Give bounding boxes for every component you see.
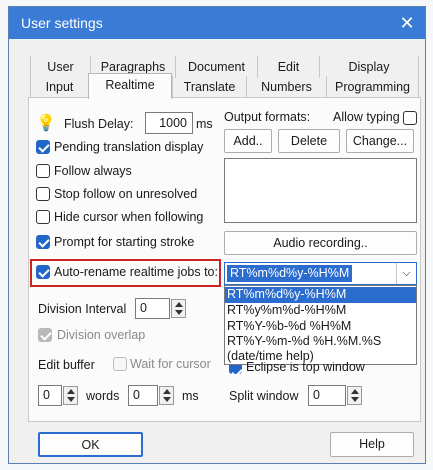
output-formats-list[interactable]: [224, 158, 417, 223]
tab-edit[interactable]: Edit: [257, 56, 319, 78]
delete-button[interactable]: Delete: [278, 129, 340, 153]
wait-for-cursor-label: Wait for cursor: [130, 357, 211, 371]
hide-cursor-checkbox[interactable]: [36, 210, 50, 224]
help-button[interactable]: Help: [330, 432, 414, 457]
audio-recording-button[interactable]: Audio recording..: [224, 231, 417, 255]
eclipse-top-label: Eclipse is top window: [246, 362, 365, 374]
follow-always-checkbox[interactable]: [36, 164, 50, 178]
auto-rename-checkbox[interactable]: [36, 265, 50, 279]
ms-input[interactable]: 0: [128, 385, 158, 406]
words-spinner[interactable]: [63, 386, 78, 405]
ms-spinner[interactable]: [159, 386, 174, 405]
chevron-down-icon[interactable]: ⌵: [396, 263, 416, 284]
division-interval-label: Division Interval: [38, 302, 127, 316]
tab-user[interactable]: User: [30, 56, 90, 78]
rename-format-combo[interactable]: RT%m%d%y-%H%M ⌵: [224, 262, 417, 285]
dropdown-option[interactable]: RT%y%m%d-%H%M: [227, 303, 346, 317]
eclipse-top-checkbox[interactable]: [229, 365, 242, 374]
change-button[interactable]: Change...: [346, 129, 414, 153]
tab-programming[interactable]: Programming: [326, 76, 419, 98]
flush-delay-label: Flush Delay:: [64, 117, 134, 131]
pending-translation-label: Pending translation display: [54, 140, 204, 154]
follow-always-label: Follow always: [54, 164, 132, 178]
stop-follow-label: Stop follow on unresolved: [54, 187, 198, 201]
division-overlap-checkbox: [38, 328, 52, 342]
split-window-label: Split window: [229, 389, 299, 403]
words-label: words: [86, 389, 120, 403]
flush-delay-unit: ms: [196, 117, 213, 131]
prompt-stroke-label: Prompt for starting stroke: [54, 235, 195, 249]
tab-realtime[interactable]: Realtime: [88, 73, 172, 99]
dropdown-option[interactable]: RT%m%d%y-%H%M: [225, 287, 416, 303]
tab-numbers[interactable]: Numbers: [246, 76, 326, 98]
stop-follow-checkbox[interactable]: [36, 187, 50, 201]
lightbulb-icon: 💡: [36, 115, 56, 132]
split-window-spinner[interactable]: [347, 386, 362, 405]
close-icon[interactable]: ✕: [389, 7, 425, 39]
window-title: User settings: [21, 15, 103, 31]
prompt-stroke-checkbox[interactable]: [36, 235, 50, 249]
auto-rename-label: Auto-rename realtime jobs to:: [54, 265, 218, 279]
dropdown-option[interactable]: RT%Y-%b-%d %H%M: [227, 319, 351, 333]
division-interval-spinner[interactable]: [171, 299, 186, 318]
allow-typing-label: Allow typing: [333, 110, 400, 124]
dropdown-option[interactable]: RT%Y-%m-%d %H.%M.%S: [227, 334, 381, 348]
edit-buffer-label: Edit buffer: [38, 358, 95, 372]
division-overlap-label: Division overlap: [57, 328, 146, 342]
split-window-input[interactable]: 0: [308, 385, 346, 406]
tab-translate[interactable]: Translate: [172, 76, 246, 98]
rename-format-dropdown: RT%m%d%y-%H%M RT%y%m%d-%H%M RT%Y-%b-%d %…: [224, 285, 417, 365]
tab-display[interactable]: Display: [319, 56, 419, 78]
wait-for-cursor-checkbox: [113, 357, 127, 371]
words-input[interactable]: 0: [38, 385, 62, 406]
division-interval-input[interactable]: 0: [135, 298, 170, 319]
allow-typing-checkbox[interactable]: [403, 111, 417, 125]
flush-delay-input[interactable]: 1000: [145, 112, 193, 134]
tab-input[interactable]: Input: [30, 76, 88, 98]
eclipse-top-clip: Eclipse is top window: [246, 362, 365, 374]
rename-format-value: RT%m%d%y-%H%M: [227, 265, 353, 282]
dropdown-option[interactable]: (date/time help): [227, 349, 314, 363]
ok-button[interactable]: OK: [38, 432, 143, 457]
tab-document[interactable]: Document: [175, 56, 257, 78]
ms-label: ms: [182, 389, 199, 403]
output-formats-label: Output formats:: [224, 110, 311, 124]
pending-translation-checkbox[interactable]: [36, 140, 50, 154]
add-button[interactable]: Add..: [224, 129, 272, 153]
hide-cursor-label: Hide cursor when following: [54, 210, 204, 224]
title-bar: User settings ✕: [9, 7, 425, 39]
